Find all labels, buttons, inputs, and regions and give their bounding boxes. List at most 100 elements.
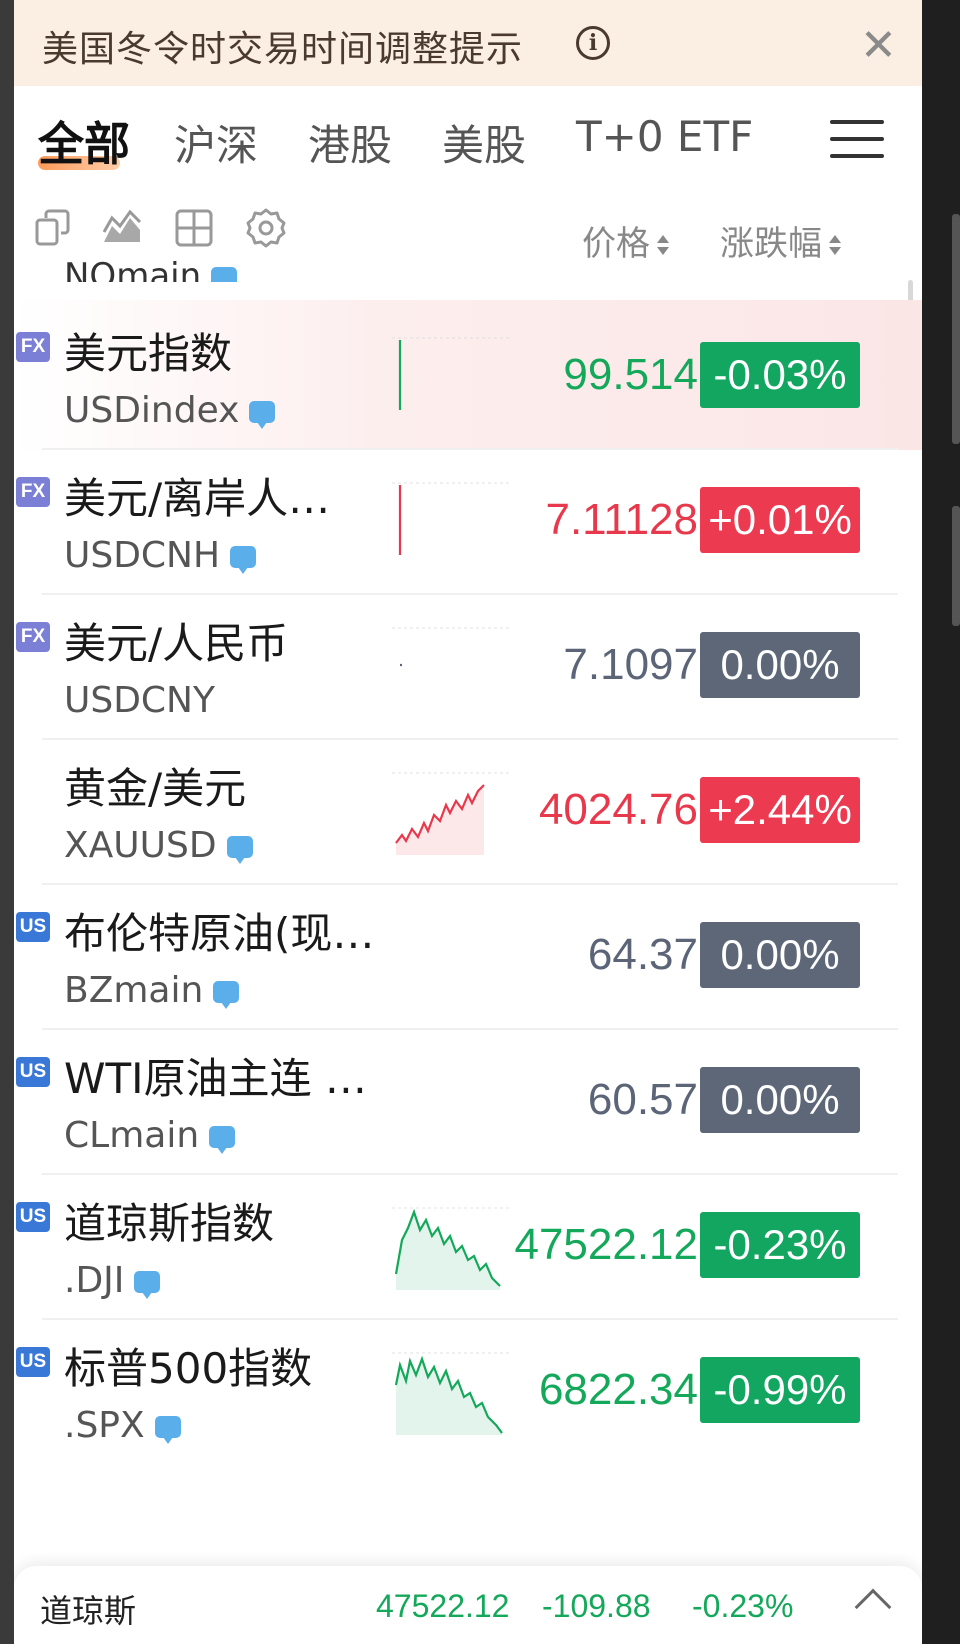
quote-row[interactable]: 黄金/美元 XAUUSD 4024.76 +2.44%: [14, 735, 922, 885]
change-column-label: 涨跌幅: [720, 224, 822, 264]
chevron-up-icon[interactable]: [854, 1588, 892, 1626]
instrument-code: .SPX: [64, 1405, 181, 1446]
sort-by-change[interactable]: 涨跌幅: [720, 216, 842, 265]
chat-icon[interactable]: [226, 836, 253, 864]
change-percent-badge[interactable]: -0.23%: [700, 1212, 860, 1278]
change-percent-badge[interactable]: 0.00%: [700, 922, 860, 988]
bottom-index-ticker[interactable]: 道琼斯 47522.12 -109.88 -0.23%: [14, 1566, 922, 1644]
instrument-name: 布伦特原油(现…: [64, 909, 375, 958]
instrument-code-text: .DJI: [64, 1260, 125, 1301]
market-badge: FX: [16, 622, 50, 652]
tab-shanghai-shenzhen[interactable]: 沪深: [174, 112, 258, 173]
chat-icon[interactable]: [230, 546, 257, 574]
sparkline-chart: [392, 482, 510, 555]
tab-t0-etf[interactable]: T+0 ETF: [576, 112, 753, 161]
menu-icon[interactable]: [830, 118, 884, 160]
instrument-name: 美元指数: [64, 329, 233, 378]
partial-row-code: NQmain: [64, 256, 238, 282]
device-bezel-left: [0, 0, 14, 1644]
instrument-code-text: XAUUSD: [64, 825, 217, 866]
ticker-change-percent: -0.23%: [692, 1588, 794, 1624]
instrument-code-text: USDCNY: [64, 680, 215, 721]
chat-icon[interactable]: [249, 401, 276, 429]
sparkline-chart: [392, 772, 510, 855]
instrument-code: USDindex: [64, 390, 276, 431]
quote-row[interactable]: US 道琼斯指数 .DJI 47522.12 -0.23%: [14, 1170, 922, 1320]
app-screen: 美国冬令时交易时间调整提示 i ✕ 全部 沪深 港股 美股 T+0 ETF 价格…: [14, 0, 922, 1644]
notice-banner[interactable]: 美国冬令时交易时间调整提示 i ✕: [14, 0, 922, 86]
instrument-name: 标普500指数: [64, 1344, 313, 1393]
last-price: 6822.34: [538, 1365, 698, 1414]
change-percent-badge[interactable]: +2.44%: [700, 777, 860, 843]
instrument-code-text: BZmain: [64, 970, 204, 1011]
ticker-price: 47522.12: [376, 1588, 510, 1624]
instrument-name: 黄金/美元: [64, 764, 247, 813]
tab-hong-kong[interactable]: 港股: [308, 112, 392, 173]
chat-icon[interactable]: [154, 1416, 181, 1444]
sparkline-chart: [392, 1352, 510, 1435]
change-percent-badge[interactable]: 0.00%: [700, 1067, 860, 1133]
market-badge: FX: [16, 477, 50, 507]
price-column-label: 价格: [582, 224, 650, 264]
instrument-name: WTI原油主连 …: [64, 1054, 367, 1103]
change-percent-badge[interactable]: +0.01%: [700, 487, 860, 553]
last-price: 7.1097: [563, 640, 698, 689]
partial-code-text: NQmain: [64, 256, 202, 282]
sparkline-chart: [392, 1207, 510, 1290]
last-price: 47522.12: [514, 1220, 698, 1269]
instrument-code-text: CLmain: [64, 1115, 200, 1156]
instrument-name: 道琼斯指数: [64, 1199, 275, 1248]
info-icon[interactable]: i: [576, 26, 610, 60]
quote-row[interactable]: US 标普500指数 .SPX 6822.34 -0.99%: [14, 1315, 922, 1465]
chat-icon[interactable]: [209, 1126, 236, 1154]
tab-all[interactable]: 全部: [38, 108, 130, 174]
instrument-code: BZmain: [64, 970, 240, 1011]
quote-row[interactable]: US 布伦特原油(现… BZmain 64.37 0.00%: [14, 880, 922, 1030]
market-badge: US: [16, 912, 50, 942]
change-percent-badge[interactable]: -0.99%: [700, 1357, 860, 1423]
notice-text: 美国冬令时交易时间调整提示: [42, 29, 524, 70]
change-percent-badge[interactable]: -0.03%: [700, 342, 860, 408]
chat-icon[interactable]: [134, 1271, 161, 1299]
quote-row[interactable]: FX 美元/人民币 USDCNY 7.1097 0.00%: [14, 590, 922, 740]
sort-arrows-icon: [656, 233, 670, 259]
quote-row[interactable]: FX 美元指数 USDindex 99.514 -0.03%: [14, 300, 922, 450]
ticker-name: 道琼斯: [40, 1592, 137, 1630]
area-chart-icon[interactable]: [102, 208, 142, 248]
quote-row[interactable]: FX 美元/离岸人… USDCNH 7.11128 +0.01%: [14, 445, 922, 595]
last-price: 60.57: [587, 1075, 698, 1124]
instrument-code-text: USDindex: [64, 390, 240, 431]
settings-icon[interactable]: [246, 208, 286, 248]
grid-icon[interactable]: [174, 208, 214, 248]
last-price: 4024.76: [538, 785, 698, 834]
instrument-code: USDCNH: [64, 535, 257, 576]
close-icon[interactable]: ✕: [860, 20, 897, 71]
change-percent-badge[interactable]: 0.00%: [700, 632, 860, 698]
tab-us-stocks[interactable]: 美股: [442, 112, 526, 173]
market-tabs: 全部 沪深 港股 美股 T+0 ETF: [14, 104, 922, 184]
copy-icon[interactable]: [34, 208, 74, 248]
instrument-code: .DJI: [64, 1260, 161, 1301]
ticker-change-amount: -109.88: [542, 1588, 651, 1624]
last-price: 7.11128: [545, 495, 698, 544]
sparkline-chart: [392, 627, 510, 667]
instrument-code-text: USDCNH: [64, 535, 221, 576]
instrument-code: CLmain: [64, 1115, 236, 1156]
sort-arrows-icon: [828, 233, 842, 259]
instrument-name: 美元/人民币: [64, 619, 289, 668]
chat-icon: [211, 266, 238, 282]
instrument-code-text: .SPX: [64, 1405, 145, 1446]
volume-button: [952, 214, 960, 444]
instrument-code: USDCNY: [64, 680, 215, 721]
power-button: [952, 506, 960, 626]
instrument-name: 美元/离岸人…: [64, 474, 331, 523]
sort-by-price[interactable]: 价格: [582, 216, 670, 265]
quote-row[interactable]: US WTI原油主连 … CLmain 60.57 0.00%: [14, 1025, 922, 1175]
chat-icon[interactable]: [213, 981, 240, 1009]
market-badge: US: [16, 1347, 50, 1377]
last-price: 99.514: [563, 350, 698, 399]
sparkline-chart: [392, 337, 510, 410]
last-price: 64.37: [587, 930, 698, 979]
market-badge: US: [16, 1057, 50, 1087]
market-badge: US: [16, 1202, 50, 1232]
